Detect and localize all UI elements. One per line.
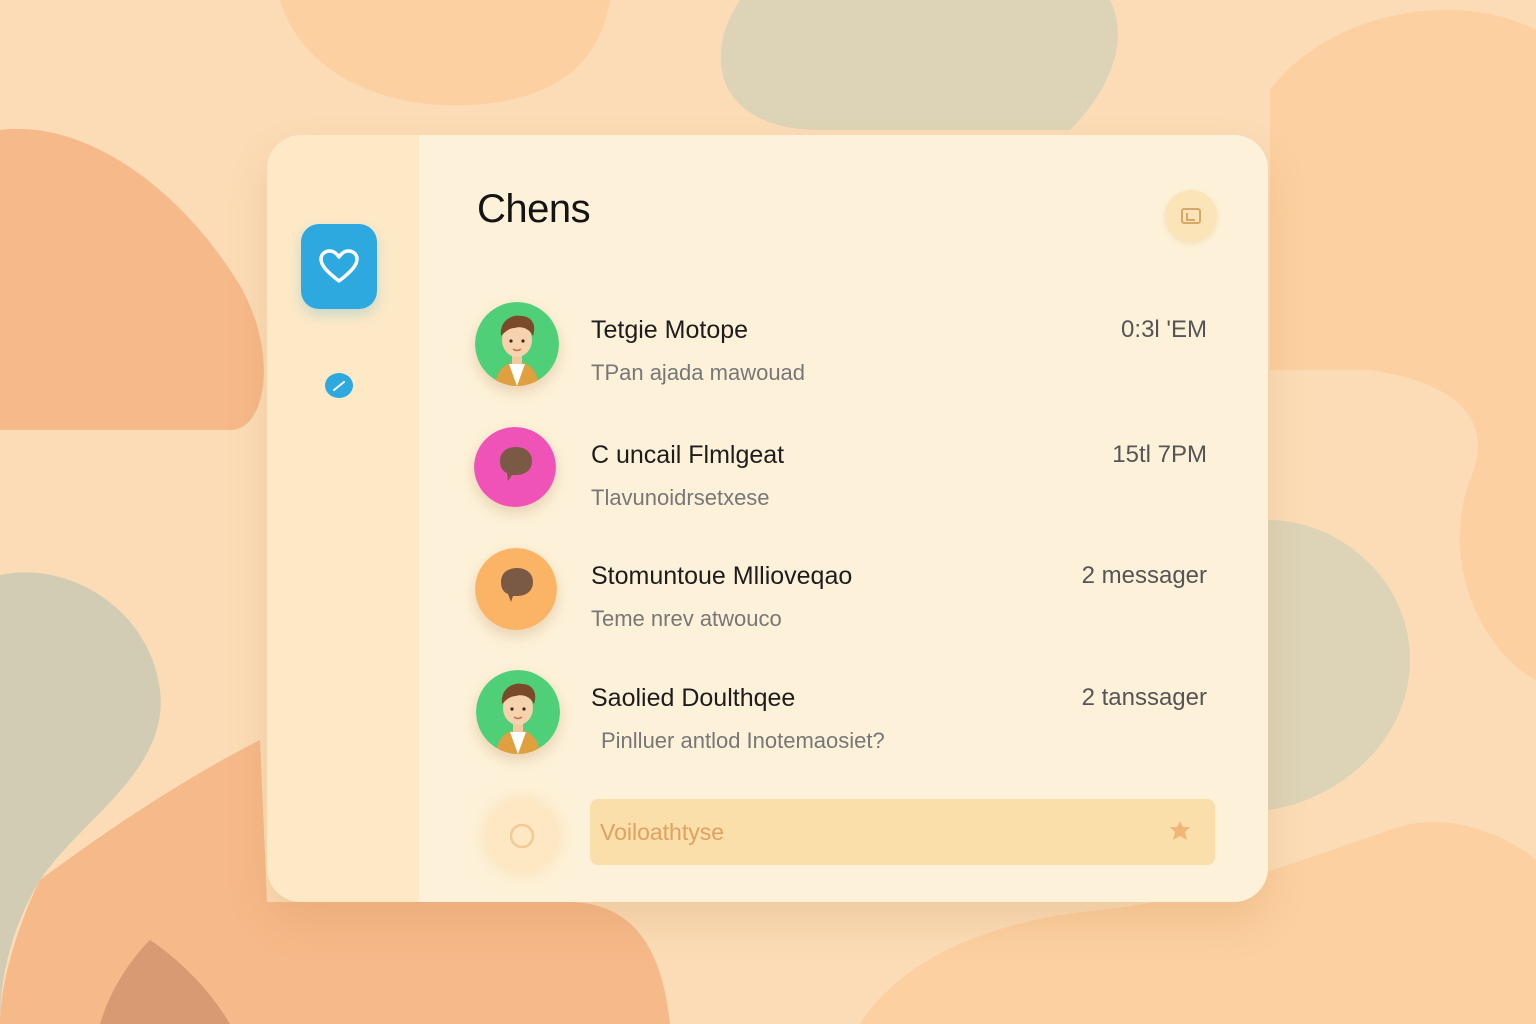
person-avatar-icon	[476, 670, 560, 754]
chat-preview: TPan ajada mawouad	[591, 360, 806, 385]
star-icon	[1170, 821, 1190, 840]
chat-window: Chens Tetgie Motope TPan ajada mawouad 0…	[267, 135, 1268, 902]
chat-row[interactable]: C uncail Flmlgeat Tlavunoidrsetxese 15tl…	[419, 427, 1268, 537]
chat-bubble-avatar-icon	[475, 548, 557, 630]
chat-row[interactable]: Tetgie Motope TPan ajada mawouad 0:3l 'E…	[419, 302, 1268, 412]
chat-row[interactable]: Stomuntoue Mllioveqao Teme nrev atwouco …	[419, 548, 1268, 658]
chat-name: C uncail Flmlgeat	[591, 441, 785, 469]
avatar	[475, 302, 559, 386]
avatar	[475, 548, 557, 630]
message-input-placeholder: Voiloathtyse	[600, 819, 725, 845]
chat-name: Stomuntoue Mllioveqao	[591, 562, 853, 590]
page-title: Chens	[477, 187, 591, 231]
chat-row[interactable]: Saolied Doulthqee Pinlluer antlod Inotem…	[419, 670, 1268, 780]
message-input[interactable]: Voiloathtyse	[590, 799, 1215, 865]
avatar	[474, 427, 556, 507]
sidebar	[267, 135, 419, 902]
chat-timestamp: 15tl 7PM	[1112, 441, 1207, 468]
menu-button[interactable]	[1165, 190, 1217, 242]
chat-preview: Pinlluer antlod Inotemaosiet?	[601, 728, 885, 753]
chat-preview: Teme nrev atwouco	[591, 606, 782, 631]
app-logo-button[interactable]	[301, 224, 377, 309]
main-panel: Chens Tetgie Motope TPan ajada mawouad 0…	[419, 135, 1268, 902]
menu-icon	[1181, 208, 1201, 224]
send-button[interactable]	[1167, 819, 1193, 848]
nav-item-chats[interactable]	[325, 373, 353, 398]
person-avatar-icon	[475, 302, 559, 386]
chat-name: Saolied Doulthqee	[591, 684, 796, 712]
check-icon	[333, 380, 345, 391]
chat-timestamp: 0:3l 'EM	[1121, 316, 1207, 343]
chat-preview: Tlavunoidrsetxese	[591, 485, 770, 510]
avatar	[476, 670, 560, 754]
circle-icon	[509, 823, 535, 849]
heart-icon	[319, 248, 359, 283]
chat-unread-count: 2 messager	[1081, 562, 1207, 589]
attach-button[interactable]	[485, 799, 559, 873]
chat-bubble-avatar-icon	[474, 427, 556, 507]
chat-unread-count: 2 tanssager	[1081, 684, 1207, 711]
chat-name: Tetgie Motope	[591, 316, 749, 344]
